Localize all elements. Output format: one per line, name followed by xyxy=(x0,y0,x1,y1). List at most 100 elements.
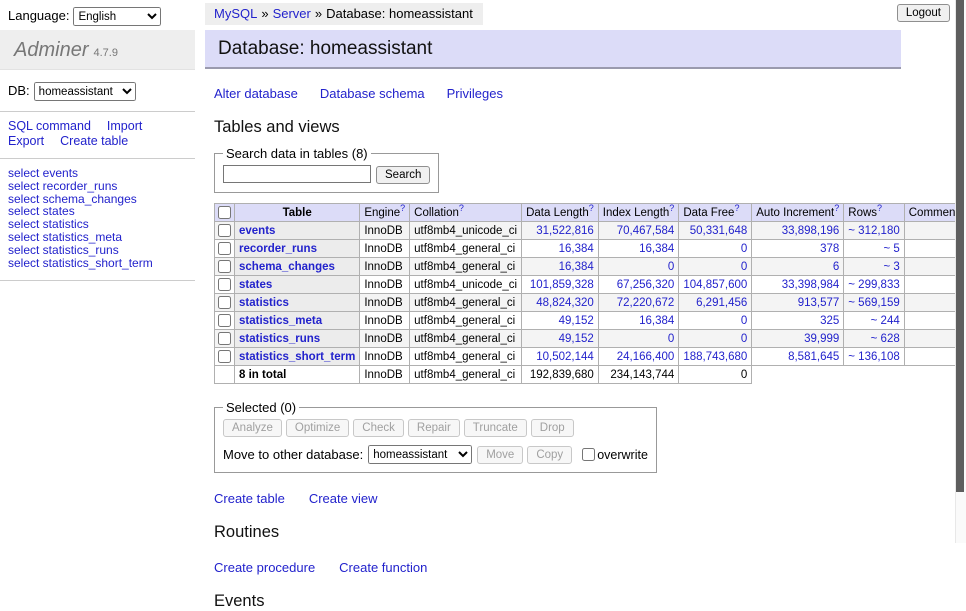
language-select[interactable]: English xyxy=(73,7,161,26)
auto-increment-link[interactable]: 33,398,984 xyxy=(782,279,840,291)
table-name-link[interactable]: schema_changes xyxy=(239,261,335,273)
bulk-action-button[interactable]: Drop xyxy=(531,419,574,437)
auto-increment-link[interactable]: 39,999 xyxy=(804,333,839,345)
index-length-link[interactable]: 24,166,400 xyxy=(617,351,675,363)
bulk-action-button[interactable]: Repair xyxy=(408,419,460,437)
rows-count-link[interactable]: ~ 312,180 xyxy=(848,225,899,237)
data-length-link[interactable]: 31,522,816 xyxy=(536,225,594,237)
sidebar-link-export[interactable]: Export xyxy=(8,134,44,148)
routine-link[interactable]: Create procedure xyxy=(214,560,315,575)
search-input[interactable] xyxy=(223,165,371,183)
bulk-actions: AnalyzeOptimizeCheckRepairTruncateDrop xyxy=(223,419,648,437)
data-free-link[interactable]: 188,743,680 xyxy=(683,351,747,363)
rows-count-link[interactable]: ~ 569,159 xyxy=(848,297,899,309)
table-name-link[interactable]: statistics xyxy=(239,297,289,309)
table-name-link[interactable]: statistics_meta xyxy=(239,315,322,327)
db-select[interactable]: homeassistant xyxy=(34,82,136,101)
data-free-link[interactable]: 0 xyxy=(741,333,747,345)
bulk-action-button[interactable]: Truncate xyxy=(464,419,527,437)
sidebar-select-table-link[interactable]: select statistics_short_term xyxy=(8,256,153,270)
rows-count-link[interactable]: ~ 136,108 xyxy=(848,351,899,363)
auto-increment-link[interactable]: 33,898,196 xyxy=(782,225,840,237)
auto-increment-link[interactable]: 913,577 xyxy=(798,297,840,309)
auto-increment-link[interactable]: 325 xyxy=(820,315,839,327)
overwrite-checkbox[interactable] xyxy=(582,448,595,461)
auto-increment-link[interactable]: 378 xyxy=(820,243,839,255)
index-length-link[interactable]: 0 xyxy=(668,333,674,345)
sidebar-link-import[interactable]: Import xyxy=(107,119,142,133)
help-link-icon[interactable]: ? xyxy=(459,204,464,213)
data-free-link[interactable]: 0 xyxy=(741,315,747,327)
sidebar-link-sql-command[interactable]: SQL command xyxy=(8,119,91,133)
index-length-link[interactable]: 67,256,320 xyxy=(617,279,675,291)
rows-count-link[interactable]: ~ 628 xyxy=(871,333,900,345)
row-checkbox[interactable] xyxy=(218,278,231,291)
data-free-link[interactable]: 104,857,600 xyxy=(683,279,747,291)
table-name-link[interactable]: recorder_runs xyxy=(239,243,317,255)
bulk-action-button[interactable]: Optimize xyxy=(286,419,349,437)
rows-count-link[interactable]: ~ 3 xyxy=(883,261,899,273)
logout-button[interactable]: Logout xyxy=(897,4,950,22)
vertical-scrollbar[interactable] xyxy=(955,0,966,543)
bulk-action-button[interactable]: Check xyxy=(353,419,404,437)
data-free-link[interactable]: 6,291,456 xyxy=(696,297,747,309)
row-checkbox[interactable] xyxy=(218,350,231,363)
move-database-select[interactable]: homeassistant xyxy=(368,445,472,464)
data-length-link[interactable]: 16,384 xyxy=(559,243,594,255)
data-length-link[interactable]: 16,384 xyxy=(559,261,594,273)
index-length-link[interactable]: 0 xyxy=(668,261,674,273)
row-checkbox[interactable] xyxy=(218,332,231,345)
scrollbar-thumb[interactable] xyxy=(956,0,964,492)
index-length-link[interactable]: 70,467,584 xyxy=(617,225,675,237)
breadcrumb-server-link[interactable]: Server xyxy=(273,6,311,21)
row-checkbox[interactable] xyxy=(218,260,231,273)
help-link-icon[interactable]: ? xyxy=(589,204,594,213)
row-checkbox[interactable] xyxy=(218,314,231,327)
routine-link[interactable]: Create function xyxy=(339,560,427,575)
sidebar-link-create-table[interactable]: Create table xyxy=(60,134,128,148)
sidebar-table-list: select events select recorder_runs selec… xyxy=(0,159,195,280)
search-button[interactable]: Search xyxy=(376,166,430,184)
table-name-link[interactable]: states xyxy=(239,279,272,291)
rows-count-link[interactable]: ~ 299,833 xyxy=(848,279,899,291)
copy-button[interactable]: Copy xyxy=(527,446,572,464)
data-length-link[interactable]: 48,824,320 xyxy=(536,297,594,309)
data-length-link[interactable]: 49,152 xyxy=(559,315,594,327)
table-name-link[interactable]: statistics_runs xyxy=(239,333,320,345)
help-link-icon[interactable]: ? xyxy=(734,204,739,213)
breadcrumb-mysql-link[interactable]: MySQL xyxy=(214,6,257,21)
auto-increment-link[interactable]: 8,581,645 xyxy=(788,351,839,363)
data-free-link[interactable]: 0 xyxy=(741,243,747,255)
data-length-link[interactable]: 101,859,328 xyxy=(530,279,594,291)
table-name-link[interactable]: events xyxy=(239,225,275,237)
index-length-link[interactable]: 16,384 xyxy=(639,315,674,327)
data-free-link[interactable]: 0 xyxy=(741,261,747,273)
data-free-link[interactable]: 50,331,648 xyxy=(690,225,748,237)
row-checkbox[interactable] xyxy=(218,224,231,237)
bulk-action-button[interactable]: Analyze xyxy=(223,419,282,437)
rows-count-link[interactable]: ~ 244 xyxy=(871,315,900,327)
adminer-logo[interactable]: Adminer xyxy=(14,39,88,61)
data-length-link[interactable]: 49,152 xyxy=(559,333,594,345)
auto-increment-link[interactable]: 6 xyxy=(833,261,839,273)
data-length-link[interactable]: 10,502,144 xyxy=(536,351,594,363)
table-name-link[interactable]: statistics_short_term xyxy=(239,351,355,363)
index-length-link[interactable]: 16,384 xyxy=(639,243,674,255)
create-link[interactable]: Create view xyxy=(309,491,378,506)
database-nav-link[interactable]: Privileges xyxy=(447,86,503,101)
help-link-icon[interactable]: ? xyxy=(400,204,405,213)
row-checkbox[interactable] xyxy=(218,296,231,309)
create-link[interactable]: Create table xyxy=(214,491,285,506)
row-checkbox[interactable] xyxy=(218,242,231,255)
table-name-cell: recorder_runs xyxy=(235,240,360,258)
help-link-icon[interactable]: ? xyxy=(834,204,839,213)
select-all-checkbox[interactable] xyxy=(218,206,231,219)
header-checkbox-cell xyxy=(215,204,235,222)
help-link-icon[interactable]: ? xyxy=(669,204,674,213)
help-link-icon[interactable]: ? xyxy=(877,204,882,213)
index-length-link[interactable]: 72,220,672 xyxy=(617,297,675,309)
rows-count-link[interactable]: ~ 5 xyxy=(883,243,899,255)
move-button[interactable]: Move xyxy=(477,446,523,464)
database-nav-link[interactable]: Database schema xyxy=(320,86,425,101)
database-nav-link[interactable]: Alter database xyxy=(214,86,298,101)
